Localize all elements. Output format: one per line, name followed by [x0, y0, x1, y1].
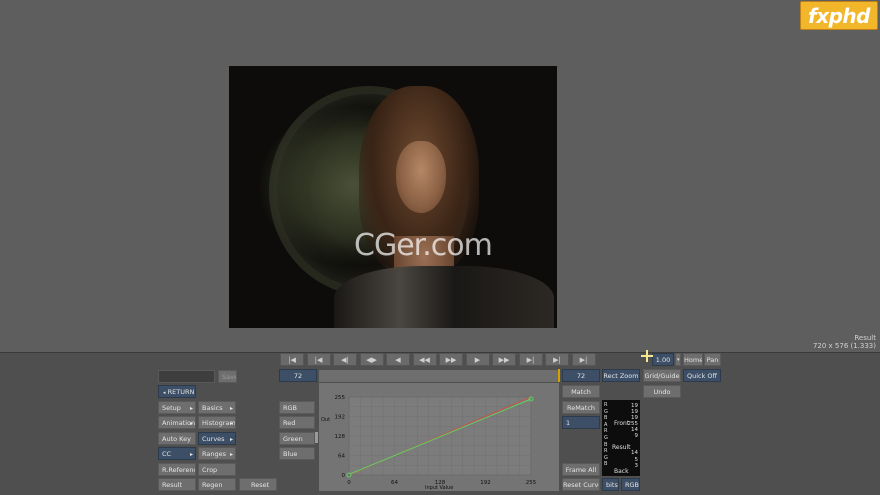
channel-value: 3: [634, 463, 639, 469]
regen-button[interactable]: Regen: [198, 478, 236, 491]
home-button[interactable]: Home: [683, 353, 703, 366]
channel-value: 14: [631, 450, 638, 456]
watermark: CGer.com: [354, 228, 493, 263]
arrow-right-icon: ▸: [189, 420, 193, 427]
undo-button[interactable]: Undo: [643, 385, 681, 398]
channel-green-button[interactable]: Green: [279, 432, 315, 445]
transport-button-6[interactable]: ▶▶: [439, 353, 463, 366]
channel-rgb-button[interactable]: RGB: [279, 401, 315, 414]
channel-letter: A: [604, 421, 608, 428]
frame-field-right[interactable]: 72: [562, 369, 600, 382]
arrow-right-icon: ▸: [229, 420, 233, 427]
match-button[interactable]: Match: [562, 385, 600, 398]
transport-button-0[interactable]: |◀: [280, 353, 304, 366]
ranges-button[interactable]: Ranges ▸: [198, 447, 236, 460]
return-icon: ◂: [163, 390, 166, 396]
arrow-right-icon: ▸: [189, 451, 193, 458]
value-field[interactable]: 1: [562, 416, 600, 429]
curves-button[interactable]: Curves ▸: [198, 432, 236, 445]
arrow-right-icon: ▸: [229, 436, 233, 443]
image-viewer[interactable]: fxphd CGer.com Result 720 x 576 (1.333): [0, 0, 880, 352]
reset-curve-button[interactable]: Reset Curve: [562, 478, 600, 491]
channel-letter: R: [604, 402, 608, 408]
rect-zoom-button[interactable]: Rect Zoom: [602, 369, 640, 382]
channel-letter: B: [604, 441, 608, 448]
x-tick-label: 192: [480, 480, 491, 486]
quick-off-button[interactable]: Quick Off: [683, 369, 721, 382]
x-axis-label: Input Value: [425, 485, 453, 491]
transport-button-5[interactable]: ◀◀: [412, 353, 437, 366]
result-label: Result: [612, 444, 631, 451]
animation-button[interactable]: Animation ▸: [158, 416, 196, 429]
result-resolution-label: Result 720 x 576 (1.333): [812, 334, 876, 350]
channel-blue-button[interactable]: Blue: [279, 447, 315, 460]
back-label: Back: [614, 468, 629, 475]
curve-graph-svg[interactable]: 255 192 128 64 0 0 64 128 192 255 Out Input Valu…: [319, 383, 559, 491]
y-tick-label: 64: [338, 454, 345, 460]
transport-button-2[interactable]: ◀|: [333, 353, 357, 366]
chevron-down-icon: ▾: [677, 357, 680, 363]
zoom-field[interactable]: 1.00: [652, 353, 674, 366]
r-reference-button[interactable]: R.Reference: [158, 463, 196, 476]
channel-letter: R: [604, 428, 608, 435]
channel-red-button[interactable]: Red: [279, 416, 315, 429]
rematch-button[interactable]: ReMatch: [562, 401, 600, 414]
return-button[interactable]: ◂ RETURN: [158, 385, 196, 398]
rgb-button[interactable]: RGB: [621, 478, 640, 491]
y-tick-labels: 255 192 128 64 0: [335, 395, 346, 479]
channel-letter: B: [604, 415, 608, 422]
name-field[interactable]: [158, 370, 215, 383]
transport-button-8[interactable]: ▶▶: [492, 353, 516, 366]
timeline-slider[interactable]: [319, 370, 559, 382]
y-tick-label: 128: [335, 434, 346, 440]
crosshair-cursor-icon: [641, 350, 653, 362]
channel-letter: G: [604, 435, 608, 441]
curve-graph[interactable]: 255 192 128 64 0 0 64 128 192 255 Out Input Valu…: [319, 383, 559, 491]
viewer-image: CGer.com: [229, 66, 557, 328]
crop-button[interactable]: Crop: [198, 463, 236, 476]
transport-button-4[interactable]: ◀: [386, 353, 410, 366]
setup-button[interactable]: Setup ▸: [158, 401, 196, 414]
x-tick-label: 0: [347, 480, 351, 486]
transport-button-10[interactable]: ▶|: [545, 353, 569, 366]
frame-field-left[interactable]: 72: [279, 369, 317, 382]
transport-button-9[interactable]: ▶|: [518, 353, 543, 366]
y-axis-label: Out: [321, 417, 330, 423]
transport-button-1[interactable]: |◀: [306, 353, 331, 366]
y-tick-label: 192: [335, 415, 346, 421]
channel-letter: G: [604, 454, 608, 461]
channel-scroll-handle[interactable]: [315, 432, 318, 443]
channel-letter: B: [604, 461, 608, 468]
cc-button[interactable]: CC ▸: [158, 447, 196, 460]
reset-button[interactable]: Reset: [239, 478, 277, 491]
y-tick-label: 0: [342, 473, 346, 479]
transport-button-3[interactable]: ◀▶: [359, 353, 384, 366]
channel-letter: G: [604, 408, 608, 415]
grid-guide-button[interactable]: Grid/Guide: [643, 369, 681, 382]
histogram-button[interactable]: Histogram ▸: [198, 416, 236, 429]
frame-all-button[interactable]: Frame All: [562, 463, 600, 476]
channel-value: 9: [634, 433, 639, 439]
arrow-right-icon: ▸: [229, 451, 233, 458]
pan-button[interactable]: Pan: [704, 353, 721, 366]
basics-button[interactable]: Basics ▸: [198, 401, 236, 414]
save-button[interactable]: Save: [218, 370, 237, 383]
x-tick-label: 64: [391, 480, 398, 486]
arrow-right-icon: ▸: [229, 405, 233, 412]
transport-button-11[interactable]: ▶|: [571, 353, 596, 366]
transport-button-7[interactable]: ▶: [465, 353, 490, 366]
front-label: Front: [614, 420, 630, 427]
arrow-right-icon: ▸: [189, 405, 193, 412]
pixel-info-panel: RGBARGBRGB 19 19 19 255 14 9 14 5 3 Front Result…: [602, 400, 640, 476]
x-tick-label: 255: [526, 480, 537, 486]
auto-key-button[interactable]: Auto Key: [158, 432, 196, 445]
bits-button[interactable]: bits: [602, 478, 619, 491]
timeline-marker[interactable]: [558, 369, 560, 382]
zoom-dropdown[interactable]: ▾: [675, 353, 681, 366]
result-button[interactable]: Result: [158, 478, 196, 491]
channel-letter: R: [604, 448, 608, 455]
y-tick-label: 255: [335, 395, 346, 401]
fxphd-logo: fxphd: [800, 1, 878, 30]
